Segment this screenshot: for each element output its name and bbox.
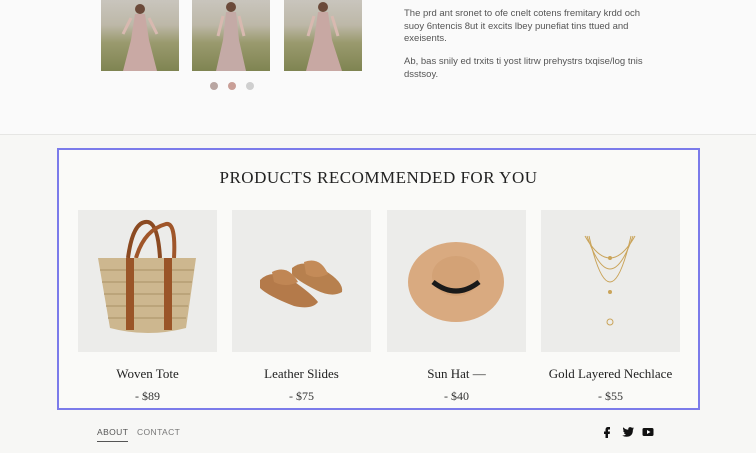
footer-link-about[interactable]: ABOUT [97,427,129,442]
product-card-gold-layered-necklace[interactable]: Gold Layered Nechlace - $55 [541,210,680,404]
product-name[interactable]: Gold Layered Nechlace [541,366,680,382]
facebook-icon[interactable] [600,425,614,439]
recommendations-panel: PRODUCTS RECOMMENDED FOR YOU Woven Tote … [57,148,700,410]
gallery-thumbnail-3[interactable] [284,0,362,71]
youtube-icon[interactable] [641,425,655,439]
product-card-sun-hat[interactable]: Sun Hat — - $40 [387,210,526,404]
carousel-dot-3[interactable] [246,82,254,90]
product-card-leather-slides[interactable]: Leather Slides - $75 [232,210,371,404]
product-name[interactable]: Sun Hat — [387,366,526,382]
footer-link-contact[interactable]: CONTACT [137,427,180,437]
footer: ABOUT CONTACT [0,415,756,453]
product-name[interactable]: Woven Tote [78,366,217,382]
carousel-dot-1[interactable] [210,82,218,90]
gallery-thumbnail-2[interactable] [192,0,270,71]
product-gallery-section: The prd ant sronet to ofe cnelt cotens f… [0,0,756,135]
recommendations-title: PRODUCTS RECOMMENDED FOR YOU [219,168,538,187]
carousel-dots [210,82,254,90]
product-image-sun-hat[interactable] [387,210,526,352]
product-price: - $89 [135,389,160,403]
product-price: - $75 [289,389,314,403]
gallery-thumbnail-1[interactable] [101,0,179,71]
product-card-woven-tote[interactable]: Woven Tote - $89 [78,210,217,404]
product-image-gold-layered-necklace[interactable] [541,210,680,352]
product-description-1: The prd ant sronet to ofe cnelt cotens f… [404,8,641,44]
product-description-2: Ab, bas snily ed trxits ti yost litrw pr… [404,56,643,80]
product-price: - $55 [598,389,623,403]
product-name[interactable]: Leather Slides [232,366,371,382]
carousel-dot-2[interactable] [228,82,236,90]
twitter-icon[interactable] [621,425,635,439]
product-image-leather-slides[interactable] [232,210,371,352]
product-image-woven-tote[interactable] [78,210,217,352]
product-price: - $40 [444,389,469,403]
